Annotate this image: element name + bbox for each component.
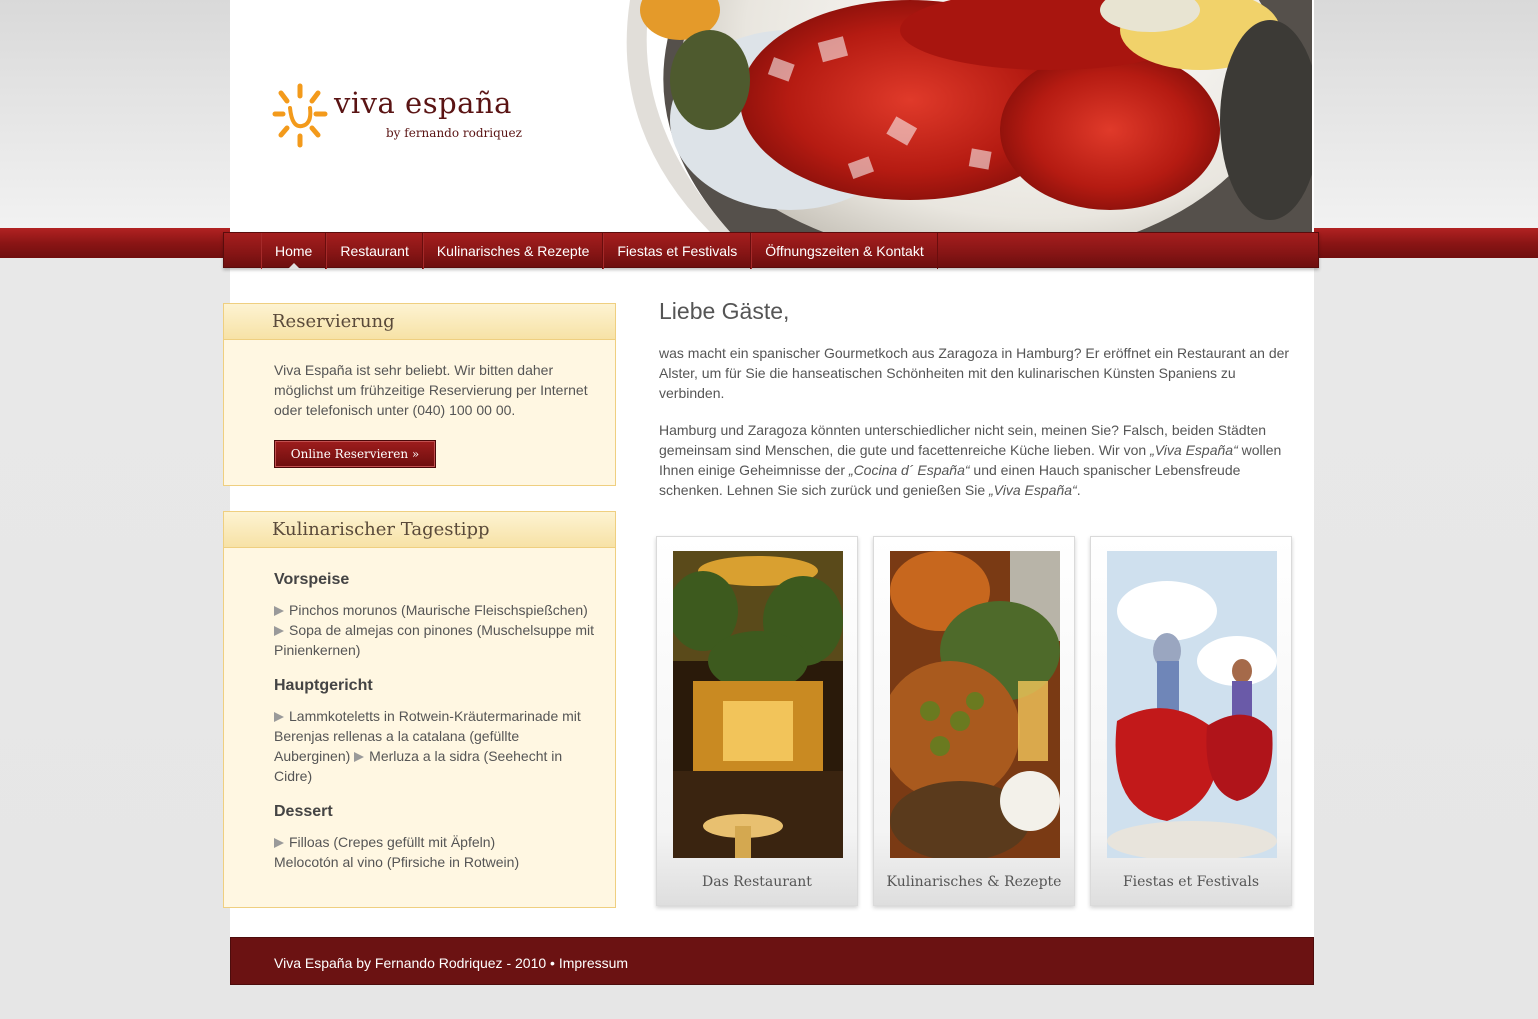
reservation-text: Viva España ist sehr beliebt. Wir bitten…	[274, 362, 588, 418]
hero-lobster-image	[590, 0, 1312, 232]
card-kulinarisches[interactable]: Kulinarisches & Rezepte	[873, 536, 1075, 906]
logo-title: viva españa	[334, 86, 512, 120]
nav-item-kontakt[interactable]: Öffnungszeiten & Kontakt	[751, 233, 938, 269]
nav-item-fiestas[interactable]: Fiestas et Festivals	[603, 233, 752, 269]
impressum-link[interactable]: Impressum	[559, 955, 628, 971]
dessert-heading: Dessert	[274, 803, 333, 820]
arrow-bullet-icon	[274, 838, 284, 849]
daily-tip-title: Kulinarischer Tagestipp	[224, 512, 615, 548]
arrow-bullet-icon	[354, 752, 365, 763]
tapas-photo-icon	[890, 551, 1060, 858]
reservation-box: Reservierung Viva España ist sehr belieb…	[223, 303, 616, 486]
tip-item: Sopa de almejas con pinones (Muschelsupp…	[274, 622, 595, 658]
tip-item: Melocotón al vino (Pfirsiche in Rotwein)	[274, 854, 520, 870]
second-paragraph: Hamburg und Zaragoza könnten unterschied…	[659, 422, 1282, 498]
footer-separator: •	[550, 955, 555, 971]
starter-list: Pinchos morunos (Maurische Fleischspießc…	[274, 600, 595, 660]
card-restaurant[interactable]: Das Restaurant	[656, 536, 858, 906]
page-title: Liebe Gäste,	[659, 298, 790, 324]
reservation-title: Reservierung	[224, 304, 615, 340]
logo-subtitle: by fernando rodriquez	[386, 126, 522, 140]
nav-item-restaurant[interactable]: Restaurant	[326, 233, 423, 269]
restaurant-photo-icon	[673, 551, 843, 858]
tip-item: Filloas (Crepes gefüllt mit Äpfeln)	[289, 834, 496, 850]
footer: Viva España by Fernando Rodriquez - 2010…	[230, 937, 1314, 985]
logo[interactable]: viva españa by fernando rodriquez	[270, 80, 522, 152]
card-label: Das Restaurant	[702, 874, 812, 890]
nav-item-home[interactable]: Home	[261, 233, 327, 269]
arrow-bullet-icon	[274, 606, 284, 617]
footer-copyright: Viva España by Fernando Rodriquez - 2010	[274, 955, 547, 971]
header: viva españa by fernando rodriquez	[230, 0, 1314, 232]
flamenco-dancers-photo-icon	[1107, 551, 1277, 858]
online-reserve-button[interactable]: Online Reservieren »	[274, 440, 436, 468]
arrow-bullet-icon	[274, 626, 284, 637]
daily-tip-box: Kulinarischer Tagestipp Vorspeise Pincho…	[223, 511, 616, 908]
main-navigation: Home Restaurant Kulinarisches & Rezepte …	[223, 232, 1319, 269]
nav-item-kulinarisches[interactable]: Kulinarisches & Rezepte	[422, 233, 604, 269]
starter-heading: Vorspeise	[274, 571, 350, 588]
nav-items: Home Restaurant Kulinarisches & Rezepte …	[261, 233, 938, 269]
main-course-list: Lammkoteletts in Rotwein-Kräutermarinade…	[274, 706, 595, 786]
footer-text: Viva España by Fernando Rodriquez - 2010…	[274, 955, 628, 971]
tip-item: Pinchos morunos (Maurische Fleischspießc…	[289, 602, 588, 618]
card-fiestas[interactable]: Fiestas et Festivals	[1090, 536, 1292, 906]
dessert-list: Filloas (Crepes gefüllt mit Äpfeln) Melo…	[274, 832, 595, 872]
card-label: Kulinarisches & Rezepte	[886, 874, 1062, 890]
main-course-heading: Hauptgericht	[274, 677, 373, 694]
card-label: Fiestas et Festivals	[1122, 874, 1260, 890]
sun-logo-icon	[272, 83, 328, 148]
intro-paragraph: was macht ein spanischer Gourmetkoch aus…	[659, 345, 1290, 401]
arrow-bullet-icon	[274, 712, 284, 723]
